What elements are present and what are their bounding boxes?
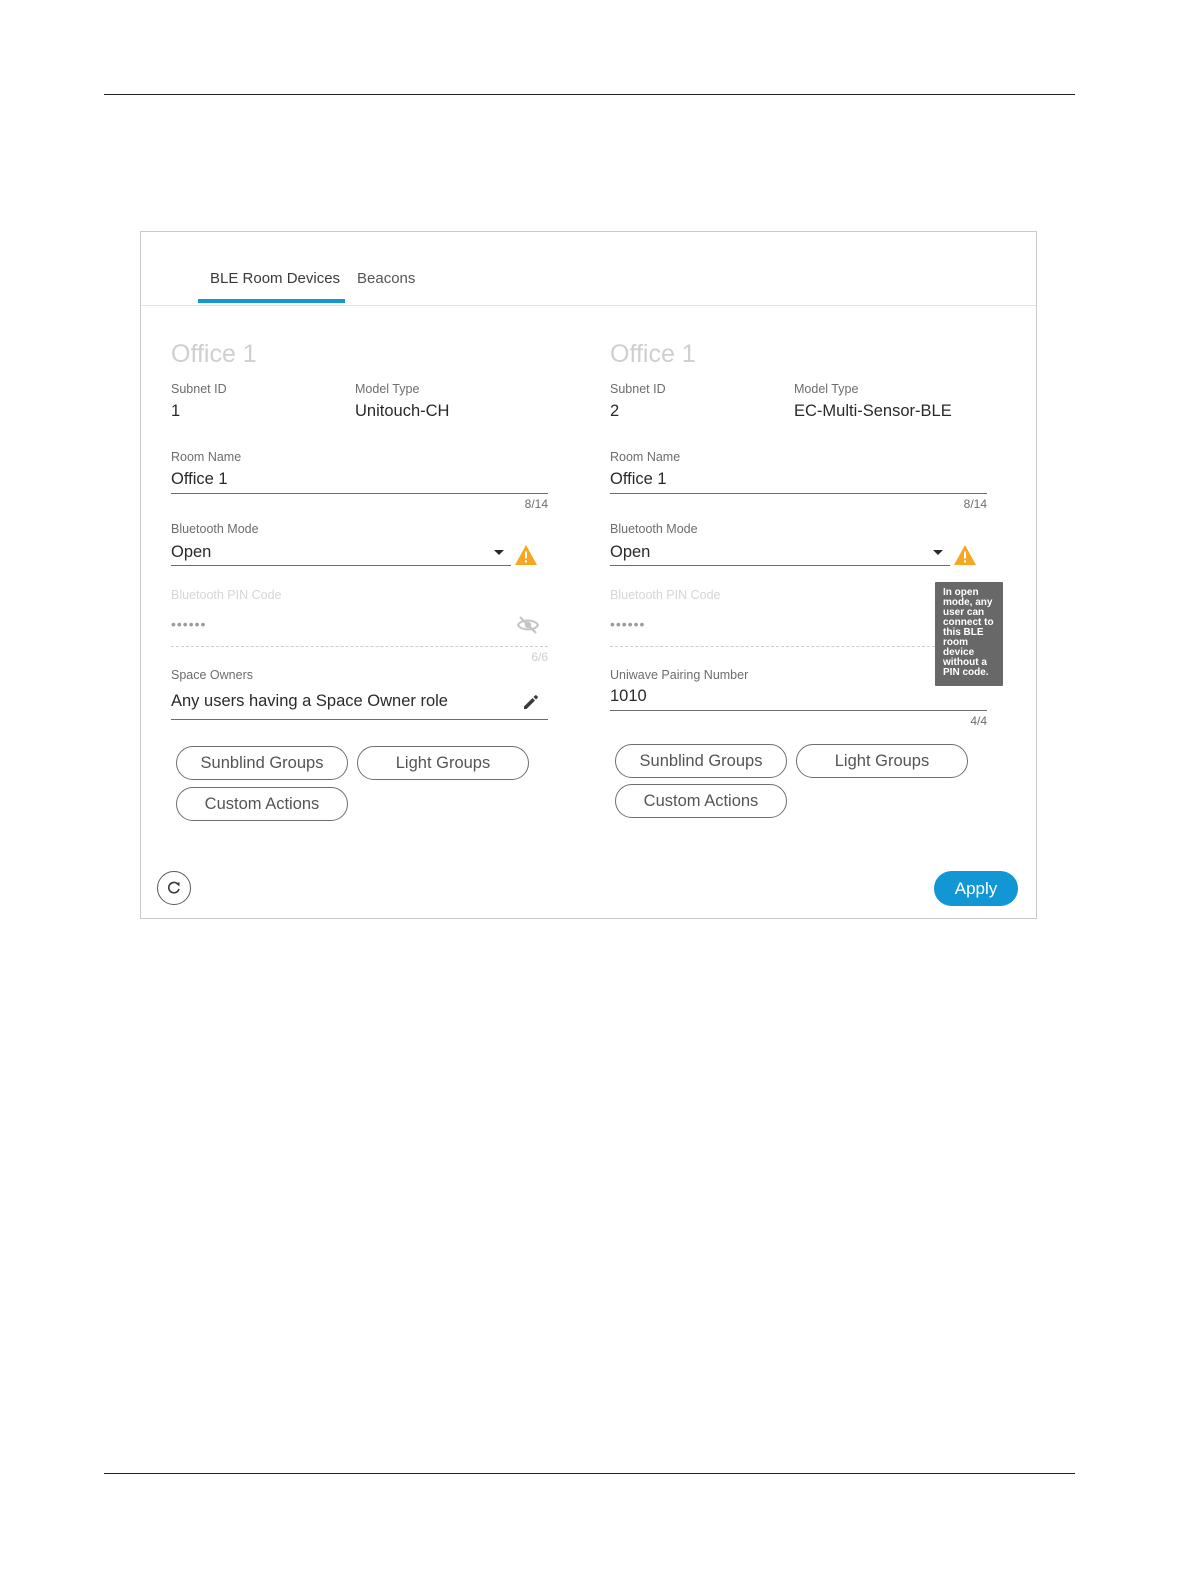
room-name-underline — [610, 493, 987, 494]
room-name-field[interactable]: Office 1 — [610, 470, 667, 489]
warning-icon[interactable] — [953, 544, 977, 566]
model-type-label: Model Type — [794, 382, 859, 396]
pairing-number-counter: 4/4 — [970, 714, 987, 728]
pin-code-counter: 6/6 — [531, 650, 548, 664]
device-title: Office 1 — [171, 340, 257, 368]
light-groups-button[interactable]: Light Groups — [796, 744, 968, 778]
tab-beacons[interactable]: Beacons — [357, 270, 415, 287]
model-type-value: EC-Multi-Sensor-BLE — [794, 402, 952, 420]
pin-code-field[interactable]: •••••• — [610, 616, 645, 632]
custom-actions-button[interactable]: Custom Actions — [176, 787, 348, 821]
bluetooth-mode-select[interactable]: Open — [171, 543, 211, 562]
room-name-counter: 8/14 — [963, 497, 987, 511]
room-name-label: Room Name — [610, 450, 681, 464]
room-name-field[interactable]: Office 1 — [171, 470, 228, 489]
subnet-id-value: 1 — [171, 402, 181, 420]
ble-devices-panel: BLE Room Devices Beacons Office 1 Subnet… — [140, 231, 1037, 919]
pairing-number-field[interactable]: 1010 — [610, 687, 647, 706]
light-groups-button[interactable]: Light Groups — [357, 746, 529, 780]
pin-code-field[interactable]: •••••• — [171, 616, 206, 632]
space-owners-underline — [171, 719, 548, 720]
room-name-label: Room Name — [171, 450, 242, 464]
model-type-value: Unitouch-CH — [355, 402, 450, 420]
space-owners-value: Any users having a Space Owner role — [171, 692, 448, 710]
caret-down-icon[interactable] — [494, 550, 504, 555]
model-type-label: Model Type — [355, 382, 420, 396]
refresh-button[interactable] — [157, 871, 191, 905]
pin-code-label: Bluetooth PIN Code — [610, 588, 721, 602]
tab-bar: BLE Room Devices Beacons — [141, 232, 1036, 306]
pairing-number-label: Uniwave Pairing Number — [610, 668, 749, 682]
room-name-counter: 8/14 — [524, 497, 548, 511]
warning-icon[interactable] — [514, 544, 538, 566]
caret-down-icon[interactable] — [933, 550, 943, 555]
pin-code-label: Bluetooth PIN Code — [171, 588, 282, 602]
visibility-off-icon[interactable] — [516, 615, 540, 635]
sunblind-groups-button[interactable]: Sunblind Groups — [615, 744, 787, 778]
bluetooth-mode-label: Bluetooth Mode — [171, 522, 259, 536]
page-footer-rule — [104, 1473, 1075, 1474]
page-header-rule — [104, 94, 1075, 95]
pencil-icon[interactable] — [522, 693, 540, 711]
pin-code-underline — [171, 646, 548, 647]
pairing-number-underline — [610, 710, 987, 711]
refresh-icon — [167, 881, 180, 894]
apply-button[interactable]: Apply — [934, 871, 1018, 906]
space-owners-label: Space Owners — [171, 668, 253, 682]
active-tab-indicator — [198, 299, 345, 303]
custom-actions-button[interactable]: Custom Actions — [615, 784, 787, 818]
bluetooth-mode-underline — [171, 565, 511, 566]
pin-code-underline — [610, 646, 940, 647]
bluetooth-mode-select[interactable]: Open — [610, 543, 650, 562]
sunblind-groups-button[interactable]: Sunblind Groups — [176, 746, 348, 780]
subnet-id-value: 2 — [610, 402, 620, 420]
bluetooth-mode-underline — [610, 565, 950, 566]
open-mode-tooltip: In open mode, any user can connect to th… — [935, 582, 1003, 686]
tab-ble-room-devices[interactable]: BLE Room Devices — [210, 270, 340, 287]
bluetooth-mode-label: Bluetooth Mode — [610, 522, 698, 536]
device-title: Office 1 — [610, 340, 696, 368]
subnet-id-label: Subnet ID — [610, 382, 666, 396]
room-name-underline — [171, 493, 548, 494]
subnet-id-label: Subnet ID — [171, 382, 227, 396]
